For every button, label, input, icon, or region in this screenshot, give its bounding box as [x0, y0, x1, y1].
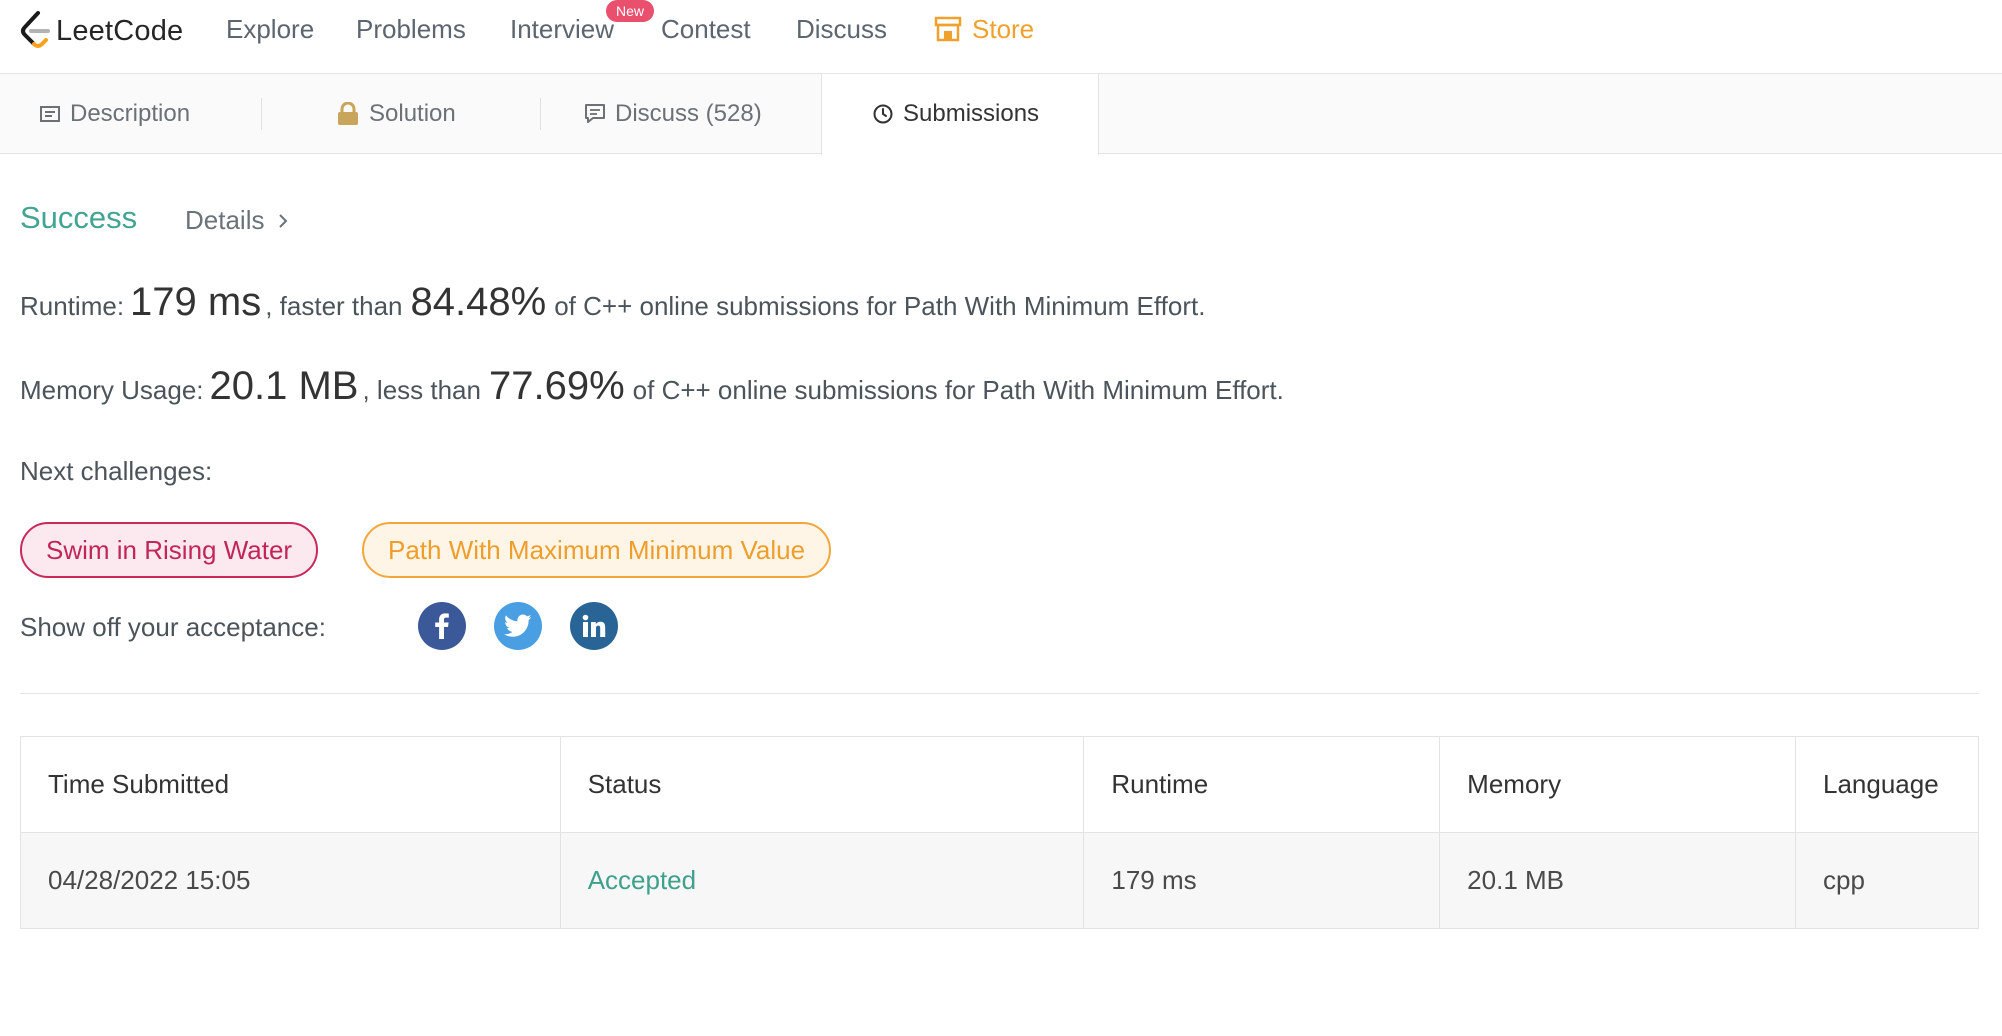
tab-submissions-active: Submissions: [821, 74, 1099, 155]
header-runtime: Runtime: [1083, 736, 1441, 833]
logo[interactable]: LeetCode: [18, 6, 183, 56]
description-icon: [40, 106, 60, 122]
header-language: Language: [1794, 736, 1980, 833]
next-challenges-label: Next challenges:: [20, 456, 213, 486]
table-header-row: Time Submitted Status Runtime Memory Lan…: [20, 736, 1980, 833]
facebook-icon: [435, 613, 449, 639]
problem-tabs: Description Solution Discuss (528) Submi…: [0, 74, 2002, 155]
memory-prefix: Memory Usage:: [20, 375, 204, 405]
runtime-stat: Runtime: 179 ms , faster than 84.48% of …: [20, 280, 1205, 325]
header-status: Status: [559, 736, 1085, 833]
memory-suffix: of C++ online submissions for Path With …: [632, 375, 1284, 405]
runtime-percent: 84.48%: [410, 280, 547, 324]
tab-discuss-label: Discuss (528): [615, 100, 762, 127]
nav-interview[interactable]: Interview: [510, 12, 614, 46]
logo-text: LeetCode: [56, 14, 184, 47]
tab-description-label: Description: [70, 100, 191, 127]
linkedin-icon: [582, 614, 606, 637]
tab-solution-label: Solution: [369, 100, 456, 127]
table-row: 04/28/2022 15:05 Accepted 179 ms 20.1 MB…: [20, 832, 1980, 929]
memory-percent: 77.69%: [488, 364, 625, 408]
tab-solution[interactable]: Solution: [337, 74, 456, 154]
memory-value: 20.1 MB: [209, 364, 359, 408]
runtime-mid: , faster than: [265, 291, 403, 321]
tab-separator: [261, 98, 262, 130]
section-divider: [20, 693, 1979, 694]
runtime-value: 179 ms: [130, 280, 262, 324]
store-icon: [934, 16, 962, 42]
cell-language: cpp: [1794, 832, 1980, 929]
runtime-prefix: Runtime:: [20, 291, 125, 321]
tab-description[interactable]: Description: [40, 74, 190, 154]
leetcode-logo-icon: [21, 11, 50, 48]
twitter-share-button[interactable]: [494, 602, 542, 650]
tab-submissions-label: Submissions: [903, 100, 1040, 127]
cell-time-submitted: 04/28/2022 15:05: [20, 832, 561, 929]
linkedin-share-button[interactable]: [570, 602, 618, 650]
cell-memory: 20.1 MB: [1439, 832, 1796, 929]
memory-stat: Memory Usage: 20.1 MB , less than 77.69%…: [20, 364, 1284, 409]
header-memory: Memory: [1439, 736, 1796, 833]
comment-icon: [585, 104, 605, 123]
memory-mid: , less than: [362, 375, 481, 405]
top-navbar: LeetCode Explore Problems Interview New …: [0, 0, 2002, 74]
clock-icon: [873, 104, 893, 124]
nav-discuss[interactable]: Discuss: [796, 12, 887, 46]
cell-runtime: 179 ms: [1083, 832, 1441, 929]
new-badge: New: [606, 0, 655, 22]
facebook-share-button[interactable]: [418, 602, 466, 650]
challenge-path-with-maximum-minimum-value[interactable]: Path With Maximum Minimum Value: [362, 522, 832, 578]
nav-explore[interactable]: Explore: [226, 12, 314, 46]
tab-submissions[interactable]: Submissions: [873, 74, 1039, 154]
lock-icon: [338, 102, 358, 125]
runtime-suffix: of C++ online submissions for Path With …: [554, 291, 1206, 321]
header-time-submitted: Time Submitted: [20, 736, 561, 833]
share-label: Show off your acceptance:: [20, 612, 326, 642]
cell-status-accepted[interactable]: Accepted: [559, 832, 1085, 929]
store-label: Store: [972, 14, 1035, 44]
status-success: Success: [20, 200, 138, 235]
chevron-right-icon: [279, 213, 288, 228]
tab-discuss[interactable]: Discuss (528): [585, 74, 762, 154]
nav-store[interactable]: Store: [934, 12, 1034, 46]
nav-problems[interactable]: Problems: [356, 12, 466, 46]
twitter-icon: [504, 614, 532, 637]
tab-separator: [540, 98, 541, 130]
details-link[interactable]: Details: [185, 205, 288, 236]
submissions-table: Time Submitted Status Runtime Memory Lan…: [20, 736, 1980, 929]
nav-contest[interactable]: Contest: [661, 12, 751, 46]
challenge-swim-in-rising-water[interactable]: Swim in Rising Water: [20, 522, 319, 578]
details-label: Details: [185, 205, 265, 235]
